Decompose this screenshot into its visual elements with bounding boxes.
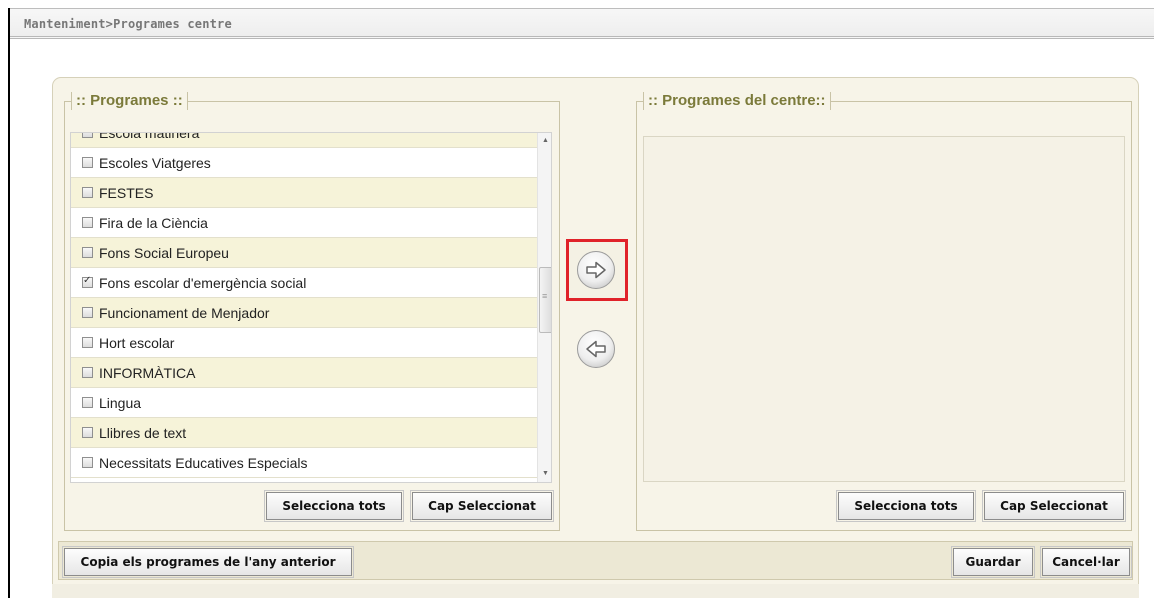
breadcrumb: Manteniment>Programes centre xyxy=(10,9,1154,39)
checkbox[interactable] xyxy=(82,337,93,348)
list-item[interactable]: Hort escolar xyxy=(71,328,537,358)
list-item-label: Hort escolar xyxy=(99,335,175,351)
programs-select-all-button[interactable]: Selecciona tots xyxy=(264,490,404,522)
list-item[interactable]: Llibres de text xyxy=(71,418,537,448)
checkbox[interactable] xyxy=(82,187,93,198)
window-left-border xyxy=(8,8,10,598)
checkbox[interactable] xyxy=(82,247,93,258)
checkbox[interactable] xyxy=(82,457,93,468)
list-item-label: Fira de la Ciència xyxy=(99,215,208,231)
checkbox[interactable] xyxy=(82,397,93,408)
programs-select-none-button[interactable]: Cap Seleccionat xyxy=(410,490,554,522)
checkbox[interactable] xyxy=(82,133,93,138)
move-left-button[interactable] xyxy=(577,330,615,368)
checkbox[interactable] xyxy=(82,427,93,438)
arrow-right-icon xyxy=(586,261,606,279)
checkbox[interactable] xyxy=(82,217,93,228)
list-item-label: Lingua xyxy=(99,395,142,411)
list-item-label: Funcionament de Menjador xyxy=(99,305,270,321)
scroll-up-icon[interactable]: ▲ xyxy=(538,133,551,149)
list-item[interactable]: Fira de la Ciència xyxy=(71,208,537,238)
list-item[interactable]: Funcionament de Menjador xyxy=(71,298,537,328)
scroll-thumb[interactable] xyxy=(539,267,551,333)
center-programs-legend: :: Programes del centre:: xyxy=(643,92,831,110)
checkbox[interactable] xyxy=(82,307,93,318)
programs-list[interactable]: Escola matinera Escoles Viatgeres FESTES Fi… xyxy=(70,132,552,483)
scroll-down-icon[interactable]: ▼ xyxy=(538,466,551,482)
list-item[interactable]: Lingua xyxy=(71,388,537,418)
list-item[interactable]: Fons escolar d'emergència social xyxy=(71,268,537,298)
panel-footer xyxy=(52,584,1139,598)
list-item-label: Fons escolar d'emergència social xyxy=(99,275,307,291)
programs-legend: :: Programes :: xyxy=(71,92,188,110)
list-item[interactable]: Escoles Viatgeres xyxy=(71,148,537,178)
list-item[interactable]: Fons Social Europeu xyxy=(71,238,537,268)
center-select-none-button[interactable]: Cap Seleccionat xyxy=(982,490,1126,522)
list-item[interactable]: Necessitats Educatives Especials xyxy=(71,448,537,478)
checkbox[interactable] xyxy=(82,275,93,288)
arrow-left-icon xyxy=(586,340,606,358)
list-item[interactable]: Escola matinera xyxy=(71,132,537,148)
list-item[interactable]: FESTES xyxy=(71,178,537,208)
list-item-label: Escola matinera xyxy=(99,132,200,141)
list-item-label: Fons Social Europeu xyxy=(99,245,229,261)
save-button[interactable]: Guardar xyxy=(951,546,1035,578)
list-item-label: Escoles Viatgeres xyxy=(99,155,211,171)
programs-scrollbar[interactable]: ▲ ▼ xyxy=(537,133,551,482)
checkbox[interactable] xyxy=(82,157,93,168)
list-item[interactable]: INFORMÀTICA xyxy=(71,358,537,388)
copy-previous-year-button[interactable]: Copia els programes de l'any anterior xyxy=(62,546,354,578)
list-item-label: Llibres de text xyxy=(99,425,187,441)
list-item-label: INFORMÀTICA xyxy=(99,365,196,381)
move-right-button[interactable] xyxy=(577,251,615,289)
center-programs-list[interactable] xyxy=(643,136,1125,482)
breadcrumb-text: Manteniment>Programes centre xyxy=(24,17,232,31)
list-item-label: Necessitats Educatives Especials xyxy=(99,455,308,471)
center-select-all-button[interactable]: Selecciona tots xyxy=(836,490,976,522)
checkbox[interactable] xyxy=(82,367,93,378)
list-item-label: FESTES xyxy=(99,185,154,201)
cancel-button[interactable]: Cancel·lar xyxy=(1040,546,1132,578)
